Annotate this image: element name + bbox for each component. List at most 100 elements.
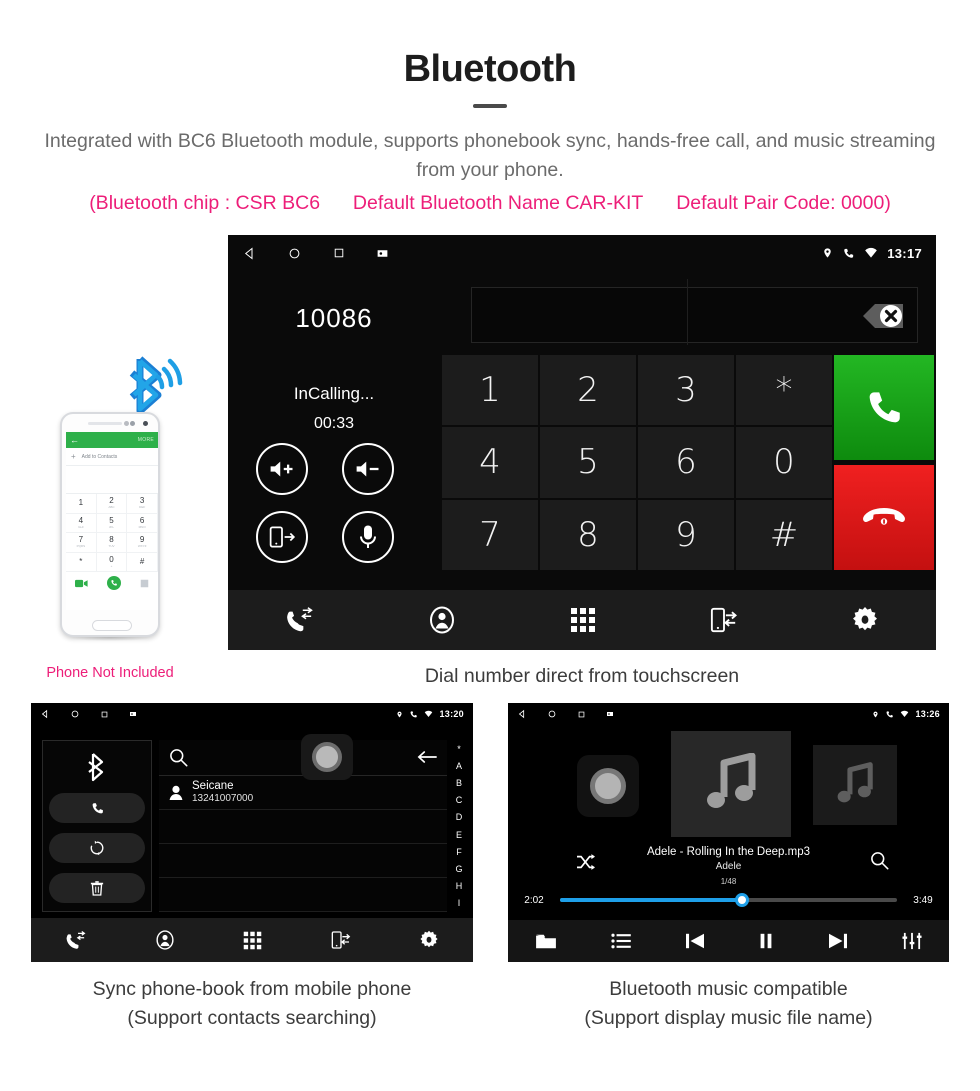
rotary-knob-inner (312, 742, 342, 772)
shuffle-button[interactable] (576, 853, 596, 871)
phone-call-button[interactable] (106, 576, 121, 590)
alpha-index-g[interactable]: G (455, 864, 462, 874)
alphabet-index[interactable]: * A B C D E F G H I (452, 740, 466, 912)
dial-input-field[interactable] (471, 279, 918, 345)
phone-home-button[interactable] (92, 620, 132, 631)
hangup-button[interactable] (834, 465, 934, 570)
contact-row-empty-2[interactable] (159, 844, 447, 878)
back-arrow-button[interactable] (417, 750, 437, 764)
alpha-index-h[interactable]: H (456, 881, 463, 891)
settings-tab[interactable] (419, 930, 439, 950)
alpha-index-a[interactable]: A (456, 761, 462, 771)
contact-row-empty-1[interactable] (159, 810, 447, 844)
phone-key-9[interactable]: 9 WXYZ (127, 533, 158, 553)
home-nav-icon[interactable] (287, 246, 302, 261)
album-art-current[interactable] (671, 731, 791, 837)
progress-track[interactable] (560, 893, 897, 907)
key-0[interactable]: 0 (736, 427, 832, 498)
alpha-index-i[interactable]: I (458, 898, 461, 908)
rotary-knob-overlay[interactable] (577, 755, 639, 817)
transfer-to-phone-button[interactable] (256, 511, 308, 563)
phone-key-2[interactable]: 2 ABC (96, 494, 128, 514)
next-track-button[interactable] (828, 932, 848, 950)
contacts-tab[interactable] (155, 930, 175, 950)
back-nav-icon[interactable] (40, 709, 50, 719)
key-9[interactable]: 9 (638, 499, 734, 570)
gear-icon (419, 930, 439, 950)
settings-tab[interactable] (851, 606, 879, 634)
key-hash[interactable]: # (736, 499, 832, 570)
phone-back-icon[interactable]: ← (70, 435, 79, 445)
previous-track-button[interactable] (685, 932, 705, 950)
phone-key-1[interactable]: 1 (66, 494, 97, 514)
pause-button[interactable] (758, 932, 774, 950)
phone-key-0[interactable]: 0 + (96, 552, 128, 572)
alpha-index-f[interactable]: F (456, 847, 462, 857)
key-7[interactable]: 7 (442, 499, 538, 570)
call-log-tab[interactable] (285, 607, 315, 633)
status-bar-clock: 13:20 (439, 709, 464, 719)
mute-microphone-button[interactable] (342, 511, 394, 563)
key-6[interactable]: 6 (638, 427, 734, 498)
phone-key-6[interactable]: 6 MNO (127, 513, 158, 533)
backspace-button[interactable] (843, 296, 905, 336)
equalizer-button[interactable] (902, 932, 922, 950)
search-music-button[interactable] (870, 851, 889, 870)
phone-key-7[interactable]: 7 PQRS (66, 533, 97, 553)
contacts-search-bar[interactable] (159, 734, 447, 780)
phone-key-3[interactable]: 3 DEF (127, 494, 158, 514)
phone-sync-tab[interactable] (331, 930, 351, 950)
screenshot-nav-icon[interactable] (606, 710, 614, 718)
phone-key-hash[interactable]: # (127, 552, 158, 572)
phone-key-3-digit: 3 (139, 496, 145, 506)
album-art-next[interactable] (813, 745, 897, 825)
phone-add-contact-row[interactable]: + Add to Contacts (66, 448, 158, 466)
screenshot-nav-icon[interactable] (129, 710, 137, 718)
delete-contacts-button[interactable] (49, 873, 145, 903)
call-button[interactable] (834, 355, 934, 460)
playlist-button[interactable] (611, 933, 631, 949)
alpha-index-star[interactable]: * (457, 744, 461, 754)
key-5[interactable]: 5 (540, 427, 636, 498)
key-star[interactable]: * (736, 355, 832, 426)
alpha-index-e[interactable]: E (456, 830, 462, 840)
recents-nav-icon[interactable] (100, 710, 109, 719)
key-3[interactable]: 3 (638, 355, 734, 426)
phone-more-button[interactable]: MORE (138, 437, 154, 443)
recents-nav-icon[interactable] (332, 246, 346, 260)
phone-key-4[interactable]: 4 GHI (66, 513, 97, 533)
browse-folder-button[interactable] (535, 932, 557, 950)
volume-up-button[interactable] (256, 443, 308, 495)
home-nav-icon[interactable] (70, 709, 80, 719)
phone-key-star[interactable]: * (66, 552, 97, 572)
phone-backspace-icon[interactable] (140, 579, 149, 588)
keypad-tab[interactable] (243, 931, 262, 950)
key-4[interactable]: 4 (442, 427, 538, 498)
call-button[interactable] (49, 793, 145, 823)
contact-row[interactable]: Seicane 13241007000 (159, 776, 447, 810)
alpha-index-b[interactable]: B (456, 778, 462, 788)
sync-contacts-button[interactable] (49, 833, 145, 863)
alpha-index-d[interactable]: D (456, 812, 463, 822)
phone-key-5[interactable]: 5 JKL (96, 513, 128, 533)
key-8[interactable]: 8 (540, 499, 636, 570)
call-log-tab[interactable] (65, 930, 87, 950)
screenshot-nav-icon[interactable] (376, 247, 389, 260)
keypad-tab[interactable] (570, 607, 596, 633)
back-nav-icon[interactable] (517, 709, 527, 719)
rotary-knob-overlay[interactable] (301, 734, 353, 780)
phone-video-call-icon[interactable] (75, 579, 88, 588)
back-nav-icon[interactable] (242, 246, 257, 261)
key-1[interactable]: 1 (442, 355, 538, 426)
contacts-tab[interactable] (428, 606, 456, 634)
alpha-index-c[interactable]: C (456, 795, 463, 805)
playback-progress[interactable]: 2:02 3:49 (508, 889, 949, 911)
home-nav-icon[interactable] (547, 709, 557, 719)
phone-sync-tab[interactable] (710, 606, 738, 634)
recents-nav-icon[interactable] (577, 710, 586, 719)
phone-key-8[interactable]: 8 TUV (96, 533, 128, 553)
contact-row-empty-3[interactable] (159, 878, 447, 912)
key-2[interactable]: 2 (540, 355, 636, 426)
progress-handle[interactable] (734, 893, 749, 907)
volume-down-button[interactable] (342, 443, 394, 495)
